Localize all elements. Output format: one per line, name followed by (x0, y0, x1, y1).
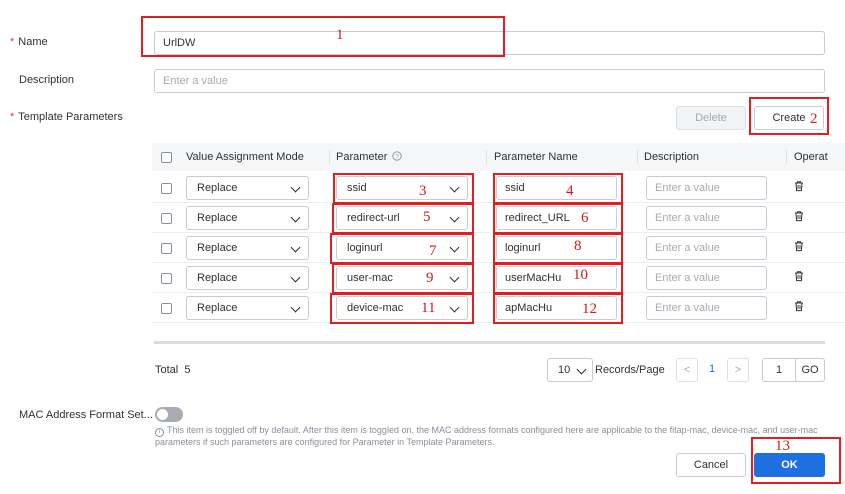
annotation-label-8: 8 (574, 238, 582, 254)
prev-page-button[interactable]: < (676, 358, 698, 382)
description-cell-input[interactable] (646, 266, 767, 290)
mac-format-toggle[interactable] (155, 407, 183, 422)
trash-icon[interactable] (793, 270, 805, 282)
chevron-down-icon (290, 302, 301, 313)
horizontal-scrollbar[interactable] (154, 341, 825, 344)
mode-select[interactable]: Replace (186, 176, 309, 200)
header-mode: Value Assignment Mode (186, 151, 304, 163)
annotation-label-12: 12 (582, 301, 597, 317)
goto-page-input[interactable] (762, 358, 796, 382)
trash-icon[interactable] (793, 300, 805, 312)
name-label: * Name (10, 36, 48, 48)
row-checkbox[interactable] (161, 183, 172, 194)
select-all-checkbox[interactable] (161, 152, 172, 163)
parameter-name-input[interactable] (496, 266, 617, 290)
current-page[interactable]: 1 (709, 363, 715, 375)
annotation-label-1: 1 (336, 27, 344, 43)
chevron-down-icon (290, 242, 301, 253)
help-icon[interactable]: ? (392, 151, 403, 161)
parameter-name-input[interactable] (496, 206, 617, 230)
description-cell-input[interactable] (646, 206, 767, 230)
annotation-label-3: 3 (419, 183, 427, 199)
description-cell-input[interactable] (646, 296, 767, 320)
trash-icon[interactable] (793, 210, 805, 222)
row-checkbox[interactable] (161, 273, 172, 284)
description-label: Description (19, 74, 75, 86)
annotation-label-6: 6 (581, 210, 589, 226)
page-size-select[interactable]: 10 (547, 358, 593, 382)
parameter-select[interactable]: device-mac (336, 296, 468, 320)
row-divider (152, 292, 845, 293)
name-input[interactable] (154, 31, 825, 55)
mode-select[interactable]: Replace (186, 236, 309, 260)
parameter-name-input[interactable] (496, 176, 617, 200)
info-icon: i (155, 428, 164, 437)
chevron-down-icon (290, 212, 301, 223)
svg-text:?: ? (396, 154, 400, 161)
row-divider (152, 322, 845, 323)
annotation-label-4: 4 (566, 183, 574, 199)
mode-select[interactable]: Replace (186, 206, 309, 230)
chevron-down-icon (449, 242, 460, 253)
chevron-down-icon (449, 302, 460, 313)
trash-icon[interactable] (793, 180, 805, 192)
total-label: Total 5 (155, 364, 191, 376)
chevron-down-icon (449, 272, 460, 283)
description-input[interactable] (154, 69, 825, 93)
ok-button[interactable]: OK (754, 453, 825, 477)
header-description: Description (644, 151, 700, 163)
chevron-down-icon (449, 212, 460, 223)
mac-format-hint: i This item is toggled off by default. Af… (155, 425, 818, 447)
annotation-label-7: 7 (429, 243, 437, 259)
trash-icon[interactable] (793, 240, 805, 252)
delete-button[interactable]: Delete (676, 106, 746, 130)
mode-select[interactable]: Replace (186, 296, 309, 320)
go-button[interactable]: GO (795, 358, 825, 382)
annotation-label-10: 10 (573, 267, 588, 283)
chevron-down-icon (449, 182, 460, 193)
template-params-label: * Template Parameters (10, 111, 123, 123)
row-checkbox[interactable] (161, 303, 172, 314)
annotation-label-13: 13 (775, 438, 790, 454)
next-page-button[interactable]: > (727, 358, 749, 382)
row-checkbox[interactable] (161, 213, 172, 224)
mode-select[interactable]: Replace (186, 266, 309, 290)
annotation-label-2: 2 (810, 111, 818, 127)
parameter-select[interactable]: loginurl (336, 236, 468, 260)
header-parameter: Parameter ? (336, 143, 403, 171)
row-divider (152, 262, 845, 263)
header-parameter-name: Parameter Name (494, 151, 578, 163)
chevron-down-icon (290, 182, 301, 193)
row-divider (152, 202, 845, 203)
description-cell-input[interactable] (646, 236, 767, 260)
description-cell-input[interactable] (646, 176, 767, 200)
mac-format-label: MAC Address Format Set... (19, 409, 153, 421)
parameter-name-input[interactable] (496, 236, 617, 260)
records-per-page-label: Records/Page (595, 364, 665, 376)
parameter-select[interactable]: user-mac (336, 266, 468, 290)
cancel-button[interactable]: Cancel (676, 453, 746, 477)
parameter-select[interactable]: ssid (336, 176, 468, 200)
parameter-name-input[interactable] (496, 296, 617, 320)
header-operation: Operat (794, 151, 828, 163)
row-checkbox[interactable] (161, 243, 172, 254)
parameter-select[interactable]: redirect-url (336, 206, 468, 230)
annotation-label-9: 9 (426, 270, 434, 286)
annotation-label-5: 5 (423, 209, 431, 225)
row-divider (152, 232, 845, 233)
chevron-down-icon (576, 364, 587, 375)
annotation-label-11: 11 (421, 300, 436, 316)
chevron-down-icon (290, 272, 301, 283)
